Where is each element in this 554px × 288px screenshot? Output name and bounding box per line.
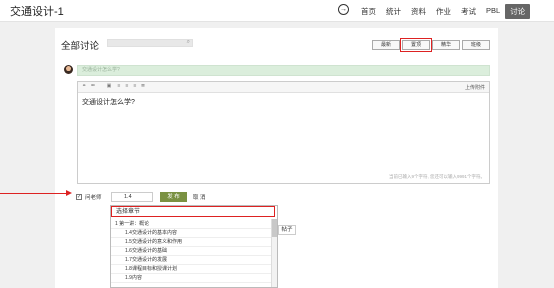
editor-toolbar: 上传附件 ⚭ ⚮ ▣ ≡ ≡ ≡ ≣	[78, 82, 489, 93]
search-icon[interactable]: ⌕	[187, 39, 190, 46]
course-title: 交通设计-1	[10, 6, 64, 18]
chapter-select-input[interactable]: 1.4	[111, 192, 153, 202]
sort-tab[interactable]: 精华	[432, 40, 460, 50]
search-input[interactable]: ⌕	[107, 39, 193, 47]
align-center-icon[interactable]: ≡	[124, 84, 130, 89]
nav-arrow-icon[interactable]: →	[338, 4, 349, 15]
ask-teacher-checkbox[interactable]: ✓	[76, 194, 82, 200]
annotation-arrow-head	[66, 190, 72, 196]
chapter-dropdown-header[interactable]: 选择章节	[111, 206, 275, 217]
chapter-option[interactable]: 1 第一讲：概论	[111, 220, 271, 229]
avatar	[64, 65, 73, 74]
rich-text-editor[interactable]: 上传附件 ⚭ ⚮ ▣ ≡ ≡ ≡ ≣ 交通设计怎么学? 当前已输入9个字符, 您还可以输入9…	[77, 81, 490, 184]
image-icon[interactable]: ▣	[106, 84, 112, 89]
main-nav: 首页 统计 资料 作业 考试 PBL 讨论	[356, 4, 531, 19]
sort-tab[interactable]: 最新	[372, 40, 400, 50]
nav-item[interactable]: 资料	[406, 4, 431, 19]
chapter-option[interactable]: 1.4交通设计的基本内容	[111, 229, 271, 238]
nav-item[interactable]: 讨论	[505, 4, 531, 19]
chapter-dropdown[interactable]: 选择章节 1 第一讲：概论 1.4交通设计的基本内容 1.5交通设计的意义和作用 1.…	[110, 205, 278, 288]
question-title-input[interactable]: 交通设计怎么学?	[77, 65, 490, 76]
chapter-option[interactable]: 1.6交通设计的基础	[111, 247, 271, 256]
nav-item[interactable]: 首页	[356, 4, 381, 19]
editor-content[interactable]: 交通设计怎么学?	[82, 97, 135, 107]
align-right-icon[interactable]: ≡	[132, 84, 138, 89]
upload-attachment-button[interactable]: 上传附件	[465, 84, 485, 91]
sort-tab[interactable]: 班级	[462, 40, 490, 50]
annotation-arrow	[0, 193, 66, 194]
nav-item[interactable]: 统计	[381, 4, 406, 19]
scrollbar-thumb[interactable]	[272, 219, 277, 237]
ask-teacher-label: 问老师	[85, 195, 102, 201]
nav-item[interactable]: 考试	[456, 4, 481, 19]
post-button[interactable]: 帖子	[278, 225, 296, 235]
chapter-option[interactable]: 1.9内容	[111, 274, 271, 283]
chapter-option[interactable]: 1.7交通设计的发展	[111, 256, 271, 265]
chapter-option[interactable]: 1.5交通设计的意义和作用	[111, 238, 271, 247]
nav-item[interactable]: PBL	[481, 4, 505, 19]
sort-tabs: 最新 置顶 精华 班级	[372, 38, 492, 52]
link-icon[interactable]: ⚭	[81, 84, 87, 89]
align-justify-icon[interactable]: ≣	[140, 84, 146, 89]
top-bar: 交通设计-1 → 首页 统计 资料 作业 考试 PBL 讨论	[0, 0, 554, 22]
align-left-icon[interactable]: ≡	[116, 84, 122, 89]
nav-item[interactable]: 作业	[431, 4, 456, 19]
character-counter: 当前已输入9个字符, 您还可以输入9991个字符。	[388, 174, 485, 179]
publish-button[interactable]: 发 布	[160, 192, 187, 202]
page-title: 全部讨论	[61, 41, 100, 52]
chapter-option[interactable]: 1.8课程目标和授课计划	[111, 265, 271, 274]
cancel-button[interactable]: 取 消	[193, 193, 206, 201]
unlink-icon[interactable]: ⚮	[90, 84, 96, 89]
dropdown-scrollbar[interactable]	[271, 219, 277, 287]
sort-tab[interactable]: 置顶	[400, 38, 432, 52]
chapter-list: 1 第一讲：概论 1.4交通设计的基本内容 1.5交通设计的意义和作用 1.6交通设计…	[111, 220, 271, 283]
